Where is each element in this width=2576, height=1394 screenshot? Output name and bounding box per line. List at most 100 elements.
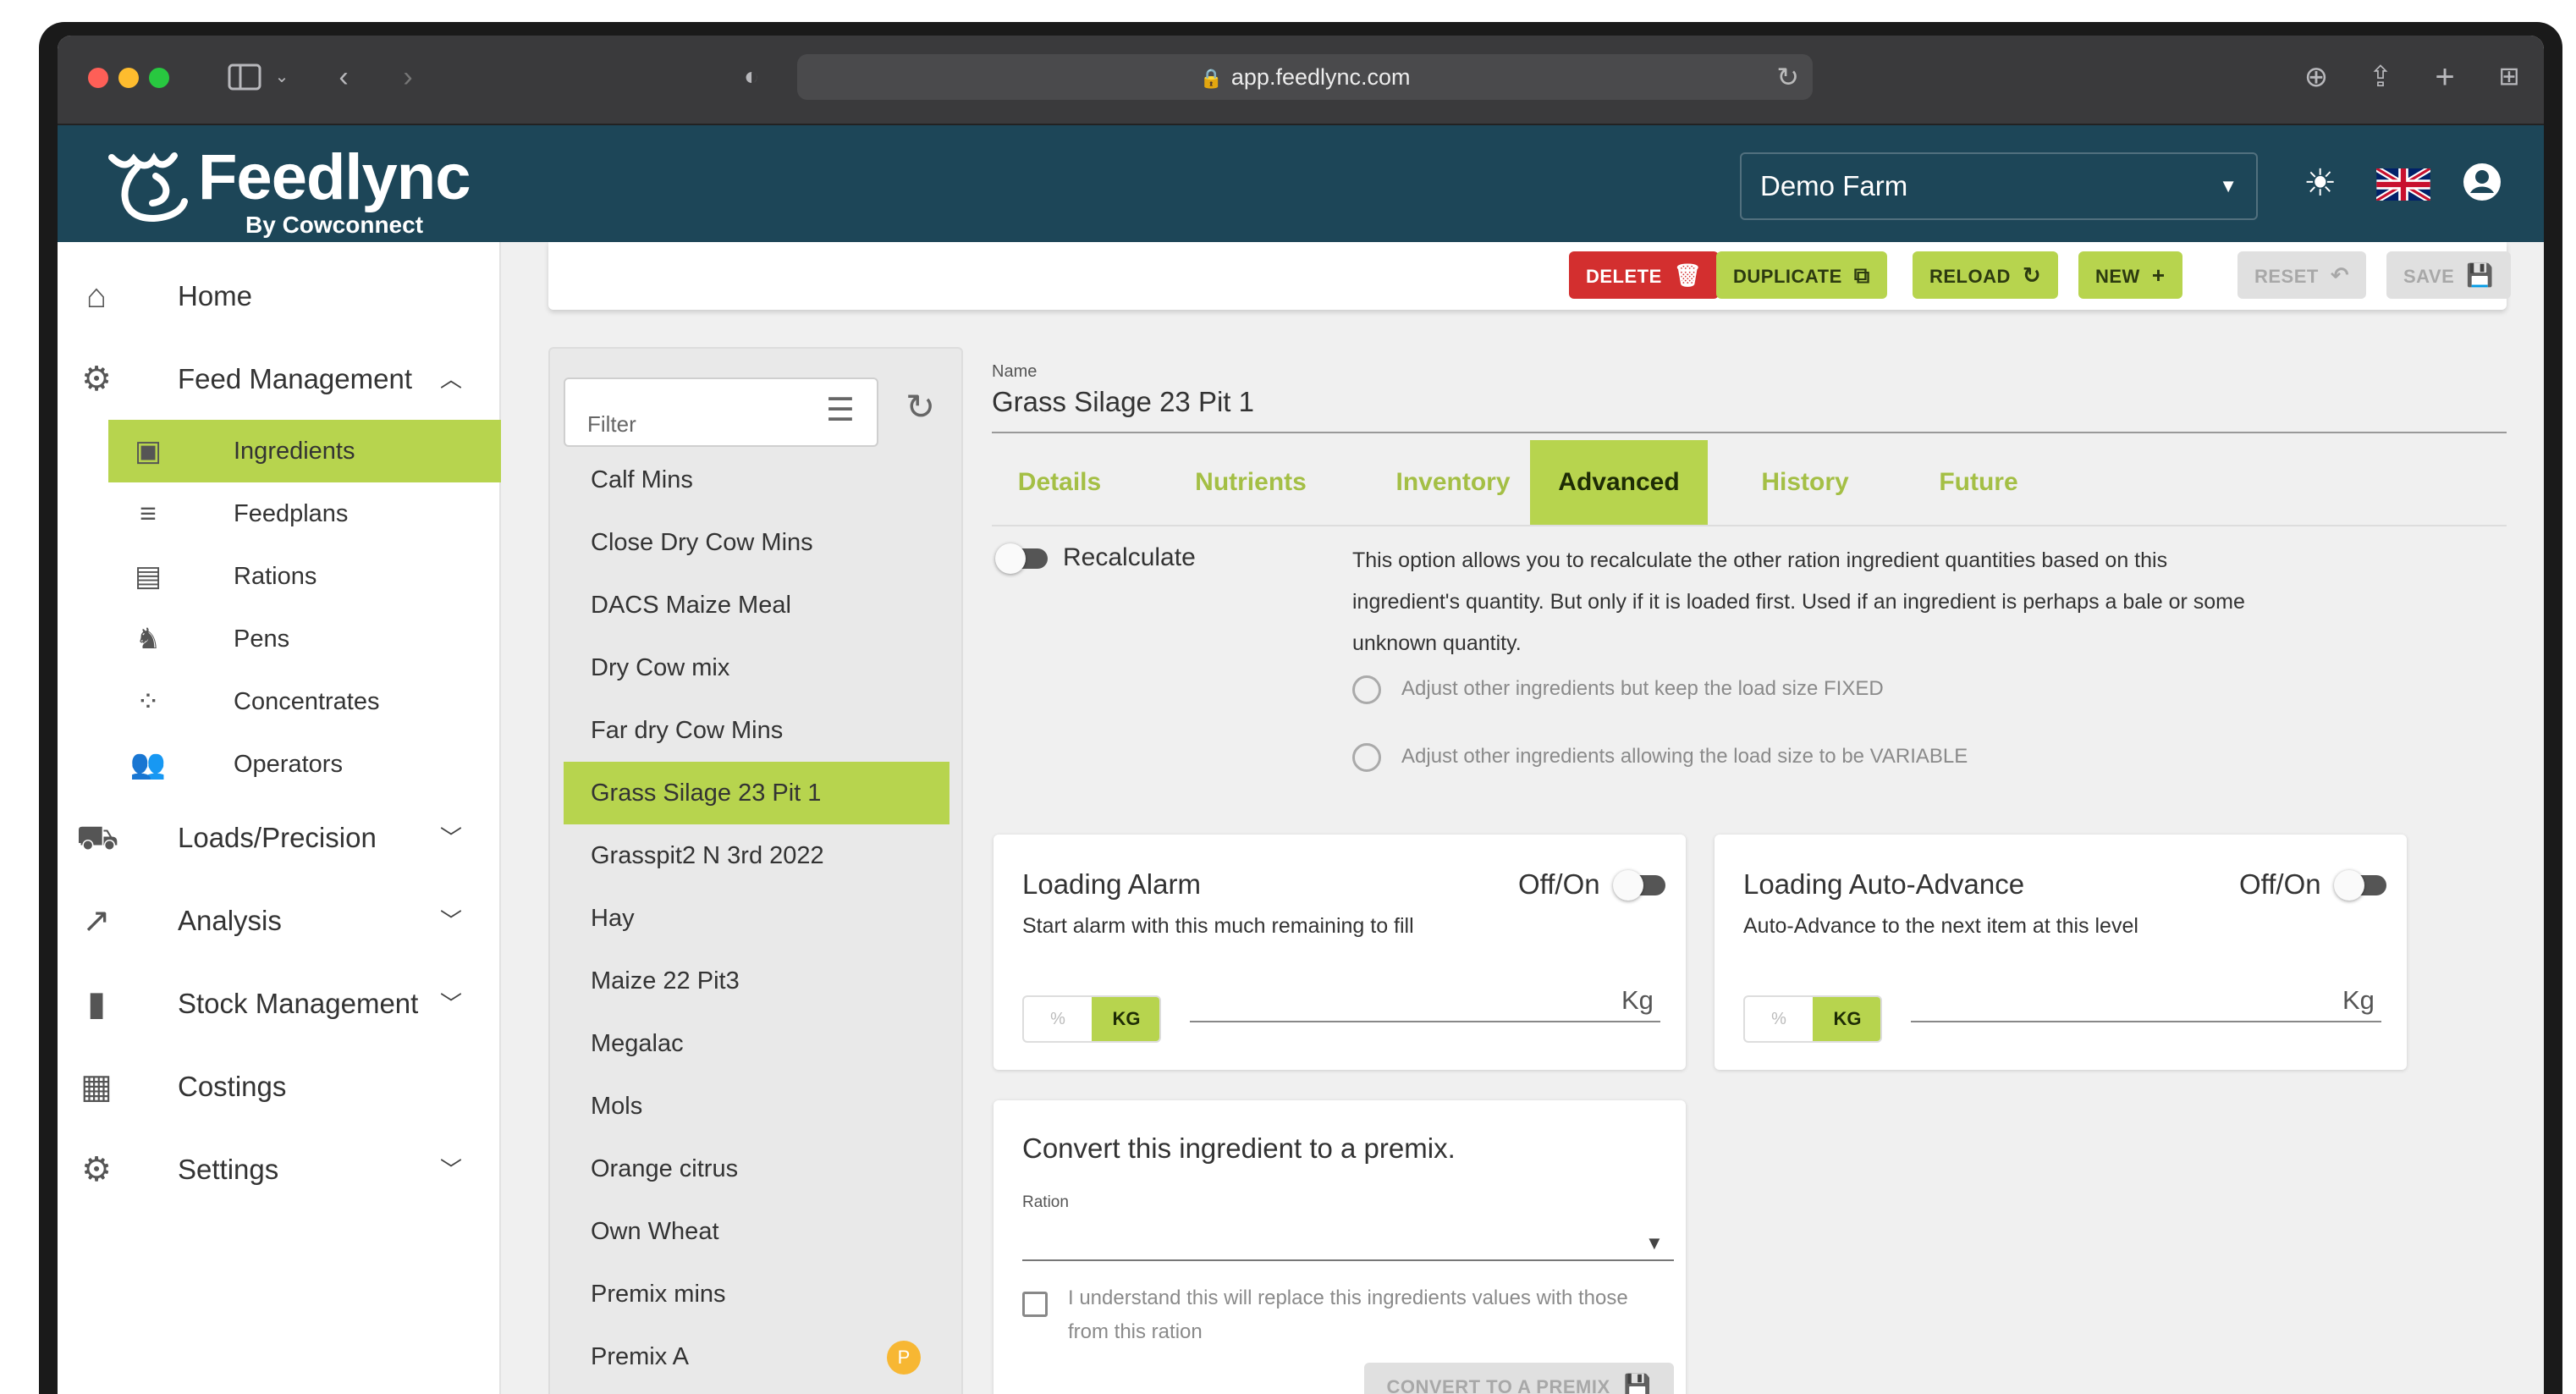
nav-analysis[interactable]: ↗ Analysis ﹀ (58, 887, 501, 955)
chevron-down-icon[interactable]: ⌄ (269, 56, 294, 98)
list-item-selected[interactable]: Grass Silage 23 Pit 1 (564, 762, 949, 824)
minimize-window-button[interactable] (118, 68, 139, 88)
convert-button-label: CONVERT TO A PREMIX (1386, 1376, 1610, 1394)
duplicate-button[interactable]: DUPLICATE ⧉ (1716, 251, 1887, 299)
sidebar-item-feedplans[interactable]: ≡ Feedplans (108, 482, 501, 545)
radio-load-variable[interactable] (1352, 743, 1381, 772)
name-field[interactable]: Grass Silage 23 Pit 1 (992, 386, 1254, 418)
list-item[interactable]: Far dry Cow Mins (564, 699, 949, 762)
loading-alarm-unit-toggle[interactable]: % KG (1022, 995, 1161, 1043)
sidebar-item-label: Rations (234, 563, 317, 590)
list-item[interactable]: Calf Mins (564, 449, 949, 511)
radio-load-fixed[interactable] (1352, 675, 1381, 704)
back-icon[interactable]: ‹ (327, 56, 361, 98)
brightness-icon[interactable]: ☀ (2304, 163, 2337, 205)
kg-option[interactable]: KG (1813, 997, 1880, 1041)
sidebar-item-rations[interactable]: ▤ Rations (108, 545, 501, 608)
filter-input[interactable]: Filter ☰ (564, 377, 878, 447)
tab-future[interactable]: Future (1911, 440, 2046, 525)
loading-alarm-toggle[interactable] (1613, 870, 1665, 901)
recalculate-label: Recalculate (1063, 543, 1196, 571)
new-tab-icon[interactable]: + (2424, 56, 2466, 98)
list-item[interactable]: Orange citrus (564, 1138, 949, 1200)
pen-icon: ♞ (135, 623, 162, 655)
forward-icon[interactable]: › (391, 56, 425, 98)
close-window-button[interactable] (88, 68, 108, 88)
list-item[interactable]: Hay (564, 887, 949, 950)
sidebar: ⌂ Home ⚙ Feed Management ︿ ▣ Ingredients… (58, 242, 501, 1394)
refresh-list-icon[interactable]: ↻ (905, 386, 935, 427)
nav-costings[interactable]: ▦ Costings (58, 1053, 501, 1121)
list-item[interactable]: Megalac (564, 1012, 949, 1075)
auto-advance-card: Loading Auto-Advance Off/On Auto-Advance… (1715, 835, 2407, 1070)
uk-flag-icon[interactable] (2375, 165, 2432, 210)
ration-select[interactable] (1022, 1259, 1674, 1261)
radio-load-variable-label: Adjust other ingredients allowing the lo… (1401, 745, 1968, 768)
list-item[interactable]: Premix A P (564, 1325, 949, 1388)
list-item[interactable]: Maize 22 Pit3 (564, 950, 949, 1012)
sidebar-item-pens[interactable]: ♞ Pens (108, 608, 501, 670)
list-item-label: Mols (591, 1093, 643, 1120)
list-item[interactable]: Premix mins (564, 1263, 949, 1325)
save-button[interactable]: SAVE 💾 (2386, 251, 2512, 299)
filter-icon[interactable]: ☰ (826, 391, 855, 429)
tab-inventory[interactable]: Inventory (1364, 440, 1542, 525)
toggle-knob (995, 543, 1026, 574)
sidebar-item-operators[interactable]: 👥 Operators (108, 733, 501, 796)
ingredient-list-panel: Filter ☰ ↻ Calf Mins Close Dry Cow Mins … (548, 347, 963, 1394)
caret-down-icon[interactable]: ▼ (1645, 1232, 1664, 1254)
trash-icon: 🗑 (1673, 262, 1703, 288)
ration-icon: ▤ (134, 560, 162, 592)
reload-button[interactable]: RELOAD ↻ (1913, 251, 2059, 299)
zoom-window-button[interactable] (149, 68, 169, 88)
shield-icon[interactable]: ◐ (735, 56, 768, 98)
convert-to-premix-button[interactable]: CONVERT TO A PREMIX 💾 (1364, 1363, 1674, 1394)
list-item[interactable]: Dry Cow mix (564, 636, 949, 699)
tab-details[interactable]: Details (1000, 440, 1119, 525)
sidebar-item-label: Pens (234, 625, 290, 653)
list-item[interactable]: Own Wheat (564, 1200, 949, 1263)
recalculate-toggle[interactable] (995, 543, 1048, 574)
list-item-label: Dry Cow mix (591, 654, 730, 681)
sidebar-toggle-icon[interactable] (223, 56, 266, 98)
reset-button[interactable]: RESET ↶ (2237, 251, 2367, 299)
nav-stock-management[interactable]: ▮ Stock Management ﹀ (58, 970, 501, 1038)
list-item[interactable]: Close Dry Cow Mins (564, 511, 949, 574)
percent-option[interactable]: % (1745, 997, 1813, 1041)
premix-title: Convert this ingredient to a premix. (1022, 1132, 1456, 1164)
nav-home[interactable]: ⌂ Home (58, 262, 501, 330)
sidebar-item-concentrates[interactable]: ⁘ Concentrates (108, 670, 501, 733)
list-item[interactable]: Mols (564, 1075, 949, 1138)
nav-loads-precision[interactable]: ⛟ Loads/Precision ﹀ (58, 804, 501, 872)
share-icon[interactable]: ⇪ (2359, 56, 2402, 98)
farm-select[interactable]: Demo Farm ▼ (1740, 152, 2258, 220)
tab-nutrients[interactable]: Nutrients (1166, 440, 1335, 525)
auto-advance-input[interactable] (1911, 1021, 2381, 1022)
nav-feed-management[interactable]: ⚙ Feed Management ︿ (58, 345, 501, 413)
tab-overview-icon[interactable]: ⊞ (2488, 56, 2530, 98)
filter-placeholder: Filter (587, 411, 636, 437)
tab-advanced[interactable]: Advanced (1530, 440, 1708, 525)
browser-toolbar: ⌄ ‹ › ◐ 🔒 app.feedlync.com ↻ ⊕ ⇪ + ⊞ (58, 36, 2544, 125)
auto-advance-unit-toggle[interactable]: % KG (1743, 995, 1882, 1043)
percent-option[interactable]: % (1024, 997, 1092, 1041)
tab-history[interactable]: History (1733, 440, 1877, 525)
confirm-replace-checkbox[interactable] (1022, 1292, 1048, 1317)
bookmark-icon: ▮ (86, 985, 106, 1022)
delete-button[interactable]: DELETE 🗑 (1569, 251, 1720, 299)
sidebar-item-ingredients[interactable]: ▣ Ingredients (108, 420, 501, 482)
address-bar[interactable]: 🔒 app.feedlync.com ↻ (797, 54, 1813, 100)
nav-settings[interactable]: ⚙ Settings ﹀ (58, 1136, 501, 1204)
new-button[interactable]: NEW + (2078, 251, 2182, 299)
loading-alarm-input[interactable] (1190, 1021, 1660, 1022)
auto-advance-toggle[interactable] (2334, 870, 2386, 901)
account-icon[interactable] (2463, 163, 2502, 211)
nav-loads-label: Loads/Precision (178, 822, 377, 853)
list-item[interactable]: DACS Maize Meal (564, 574, 949, 636)
kg-option[interactable]: KG (1092, 997, 1159, 1041)
download-icon[interactable]: ⊕ (2295, 56, 2337, 98)
list-item[interactable]: Grasspit2 N 3rd 2022 (564, 824, 949, 887)
sidebar-item-label: Operators (234, 751, 343, 778)
reload-page-icon[interactable]: ↻ (1776, 54, 1799, 100)
toggle-knob (2334, 870, 2364, 901)
